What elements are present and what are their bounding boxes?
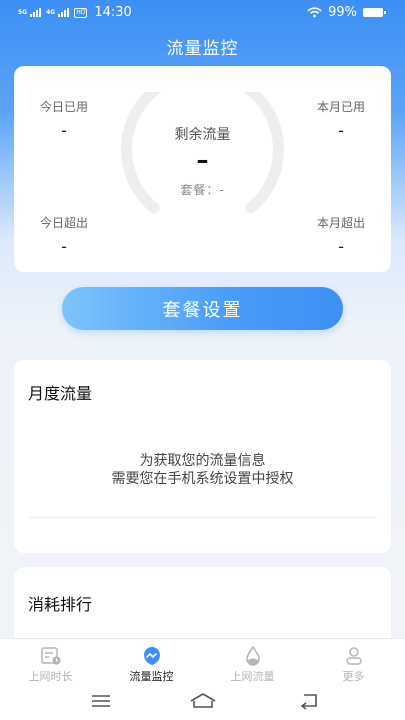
plan-text: 套餐：- [180, 183, 225, 197]
wifi-icon [307, 7, 322, 18]
monthly-traffic-title: 月度流量 [28, 384, 93, 403]
today-used-label: 今日已用 [39, 100, 88, 114]
today-over-stat: 今日超出 - [14, 214, 114, 256]
summary-card: 今日已用 - 本月已用 - 今日超出 - 本月超出 - 剩余流量 – 套餐：- [14, 66, 391, 272]
remaining-label: 剩余流量 [174, 127, 231, 143]
divider [28, 517, 377, 518]
tab-label: 流量监控 [129, 670, 174, 683]
battery-icon [363, 8, 386, 17]
back-icon[interactable] [298, 692, 320, 710]
tab-more[interactable]: 更多 [303, 639, 404, 687]
home-icon[interactable] [189, 692, 217, 710]
monthly-traffic-card: 月度流量 为获取您的流量信息 需要您在手机系统设置中授权 [14, 360, 391, 553]
today-over-label: 今日超出 [39, 216, 88, 230]
tab-label: 上网流量 [230, 670, 275, 683]
month-over-stat: 本月超出 - [291, 214, 391, 256]
remaining-value: – [196, 146, 209, 174]
tab-online-traffic[interactable]: 上网流量 [202, 639, 303, 687]
clock: 14:30 [94, 5, 132, 20]
month-over-value: - [338, 237, 344, 256]
menu-icon[interactable] [91, 692, 111, 710]
today-over-value: - [61, 237, 67, 256]
monitor-wave-icon [143, 647, 160, 665]
authorization-message: 为获取您的流量信息 需要您在手机系统设置中授权 [14, 452, 391, 488]
status-right: 99% [307, 5, 386, 20]
system-nav-bar [0, 686, 405, 720]
hd-badge: HD [74, 7, 88, 18]
auth-line-1: 为获取您的流量信息 [139, 453, 266, 469]
page-title: 流量监控 [166, 39, 239, 59]
signal-icon [30, 8, 42, 17]
status-bar: 5G 4G HD 14:30 99% [0, 0, 405, 26]
tab-traffic-monitor[interactable]: 流量监控 [101, 639, 202, 687]
network-4g-label: 4G [46, 8, 56, 16]
tab-label: 更多 [342, 670, 365, 683]
network-5g-label: 5G [18, 8, 28, 16]
ranking-title: 消耗排行 [28, 595, 93, 614]
plan-settings-button[interactable]: 套餐设置 [62, 287, 343, 330]
calendar-clock-icon [40, 647, 60, 665]
auth-line-2: 需要您在手机系统设置中授权 [111, 471, 294, 487]
tab-online-time[interactable]: 上网时长 [0, 639, 101, 687]
battery-percent: 99% [328, 5, 357, 20]
tab-label: 上网时长 [28, 670, 73, 683]
person-icon [345, 647, 362, 665]
bottom-tab-bar: 上网时长 流量监控 上网流量 更多 [0, 638, 405, 687]
month-over-label: 本月超出 [316, 216, 365, 230]
month-used-label: 本月已用 [316, 100, 365, 114]
status-left: 5G 4G HD 14:30 [18, 5, 132, 20]
water-drop-icon [245, 646, 260, 666]
signal-icon-2 [58, 8, 70, 17]
